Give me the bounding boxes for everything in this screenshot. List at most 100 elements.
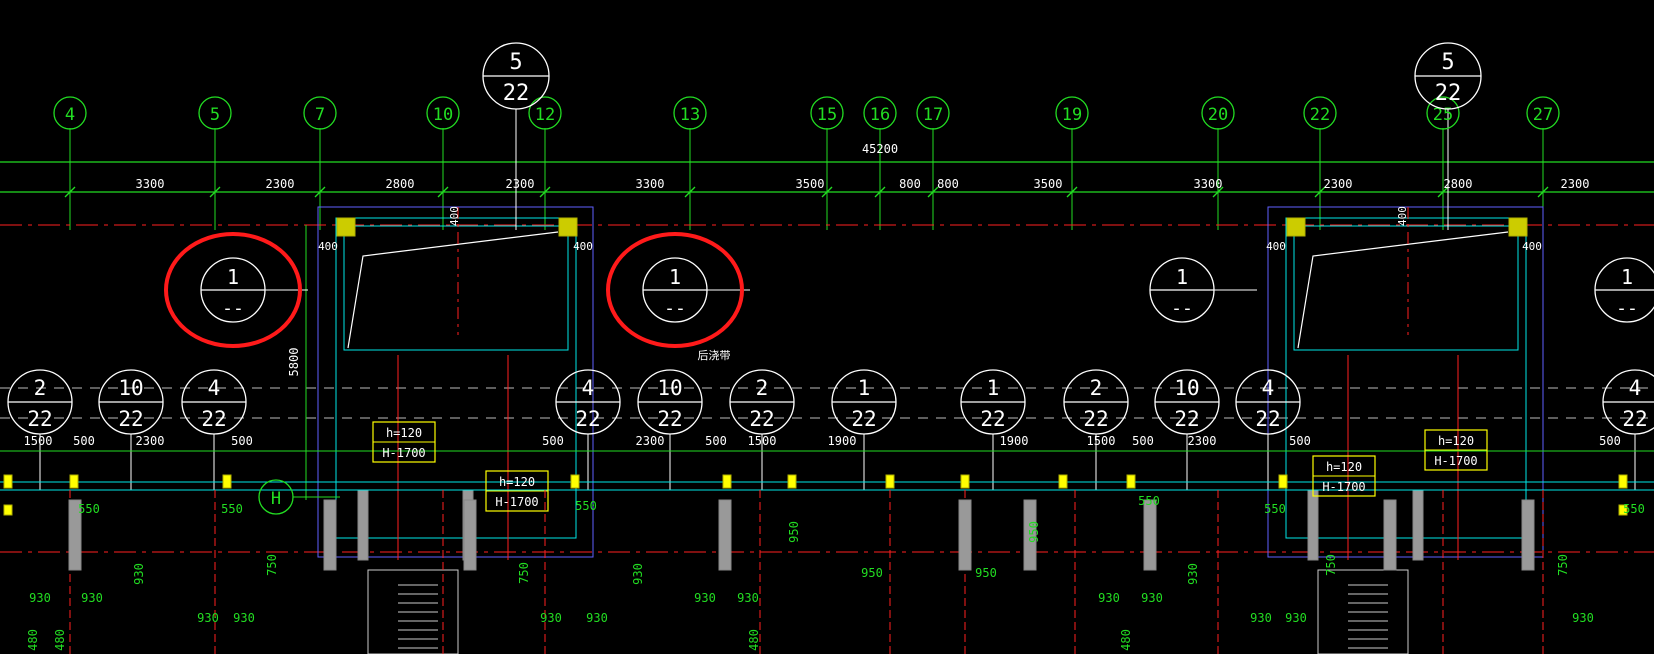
wall-fill-lower [718, 499, 732, 571]
dim-550: 550 [1138, 494, 1160, 508]
post-mark [69, 474, 79, 489]
dimension-text: 2300 [1324, 177, 1353, 191]
dim-930: 930 [540, 611, 562, 625]
detail-bubble-bottom: 22 [657, 407, 682, 431]
cad-drawing-canvas[interactable]: 4 5 7 10 12 13 15 16 17 19 20 22 25 27452003300 2300 28… [0, 0, 1654, 654]
post-mark [3, 504, 13, 516]
beam-tag-H: H-1700 [382, 446, 425, 460]
dimension-text: 500 [231, 434, 253, 448]
dim-930: 930 [81, 591, 103, 605]
dim-550: 550 [575, 499, 597, 513]
axis-label: 17 [923, 105, 943, 125]
dim-400: 400 [1396, 206, 1409, 226]
dim-930: 930 [1186, 563, 1200, 585]
post-mark [787, 474, 797, 489]
dim-930: 930 [586, 611, 608, 625]
detail-ref-bottom: -- [222, 298, 244, 319]
post-mark [960, 474, 970, 489]
wall-fill-lower [463, 499, 477, 571]
section-ref-top: 5 [1441, 50, 1454, 75]
dimension-text: 2300 [266, 177, 295, 191]
detail-ref-bottom: -- [1616, 298, 1638, 319]
wall-fill-lower [1143, 499, 1157, 571]
dimension-text: 1500 [1087, 434, 1116, 448]
dimension-text: 500 [1599, 434, 1621, 448]
post-mark [1058, 474, 1068, 489]
dim-950: 950 [861, 566, 883, 580]
dimension-text: 3500 [1034, 177, 1063, 191]
post-mark [885, 474, 895, 489]
detail-bubble-top: 2 [1090, 376, 1103, 400]
dim-930: 930 [29, 591, 51, 605]
dim-750: 750 [517, 562, 531, 584]
dim-950: 950 [787, 521, 801, 543]
overall-dimension-text: 45200 [862, 142, 898, 156]
dim-480: 480 [747, 629, 761, 651]
axis-label: 12 [535, 105, 555, 125]
dim-550: 550 [78, 502, 100, 516]
dimension-text: 3300 [1194, 177, 1223, 191]
drawing-marks: 4 5 7 10 12 13 15 16 17 19 20 22 25 27452003300 2300 28… [7, 42, 1654, 651]
detail-bubble-top: 4 [1262, 376, 1275, 400]
detail-bubble-top: 1 [858, 376, 871, 400]
dim-950: 950 [975, 566, 997, 580]
dim-750: 750 [1324, 554, 1338, 576]
detail-bubble-bottom: 22 [575, 407, 600, 431]
dimension-text: 500 [1132, 434, 1154, 448]
dimension-text: 3300 [136, 177, 165, 191]
section-ref-top: 5 [509, 50, 522, 75]
beam-tag-H: H-1700 [1322, 480, 1365, 494]
annotation-text: 后浇带 [698, 349, 731, 362]
dimension-text: 2300 [506, 177, 535, 191]
wall-fill-lower [958, 499, 972, 571]
dimension-text: 500 [705, 434, 727, 448]
section-ref-bottom: 22 [503, 81, 530, 106]
dim-930: 930 [1250, 611, 1272, 625]
dim-930: 930 [1141, 591, 1163, 605]
wall-fill-lower [1521, 499, 1535, 571]
dimension-text: 2800 [386, 177, 415, 191]
dim-950: 950 [1027, 521, 1041, 543]
detail-bubble-bottom: 22 [118, 407, 143, 431]
post-mark [1278, 474, 1288, 489]
dimension-text: 2300 [1188, 434, 1217, 448]
column-mark [558, 217, 578, 237]
drawing-lines [0, 75, 1654, 654]
detail-bubble-top: 4 [582, 376, 595, 400]
detail-bubble-bottom: 22 [201, 407, 226, 431]
beam-tag-h: h=120 [499, 475, 535, 489]
wall-fill [357, 489, 369, 561]
column-mark [1286, 217, 1306, 237]
detail-bubble-top: 2 [34, 376, 47, 400]
dimension-text: 3300 [636, 177, 665, 191]
dim-550: 550 [1623, 502, 1645, 516]
post-mark [222, 474, 232, 489]
beam-tag-H: H-1700 [495, 495, 538, 509]
axis-label: 4 [65, 105, 75, 125]
wall-fill [1307, 489, 1319, 561]
dimension-text: 800 [937, 177, 959, 191]
axis-label: 13 [680, 105, 700, 125]
axis-label: 20 [1208, 105, 1228, 125]
dimension-text: 1900 [828, 434, 857, 448]
row-axis-label: H [271, 489, 281, 509]
detail-bubble-bottom: 22 [1174, 407, 1199, 431]
dim-930: 930 [233, 611, 255, 625]
post-mark [1618, 474, 1628, 489]
dim-750: 750 [265, 554, 279, 576]
detail-bubble-top: 4 [1629, 376, 1642, 400]
axis-label: 15 [817, 105, 837, 125]
dimension-text: 3500 [796, 177, 825, 191]
detail-bubble-bottom: 22 [27, 407, 52, 431]
detail-bubble-bottom: 22 [1083, 407, 1108, 431]
detail-ref-bottom: -- [664, 298, 686, 319]
dimension-text: 2300 [636, 434, 665, 448]
detail-bubble-bottom: 22 [851, 407, 876, 431]
dim-930: 930 [1572, 611, 1594, 625]
dimension-text: 500 [542, 434, 564, 448]
beam-tag-h: h=120 [386, 426, 422, 440]
dim-930: 930 [1098, 591, 1120, 605]
dim-5800: 5800 [287, 348, 301, 377]
dimension-text: 2300 [1561, 177, 1590, 191]
column-mark [1508, 217, 1528, 237]
